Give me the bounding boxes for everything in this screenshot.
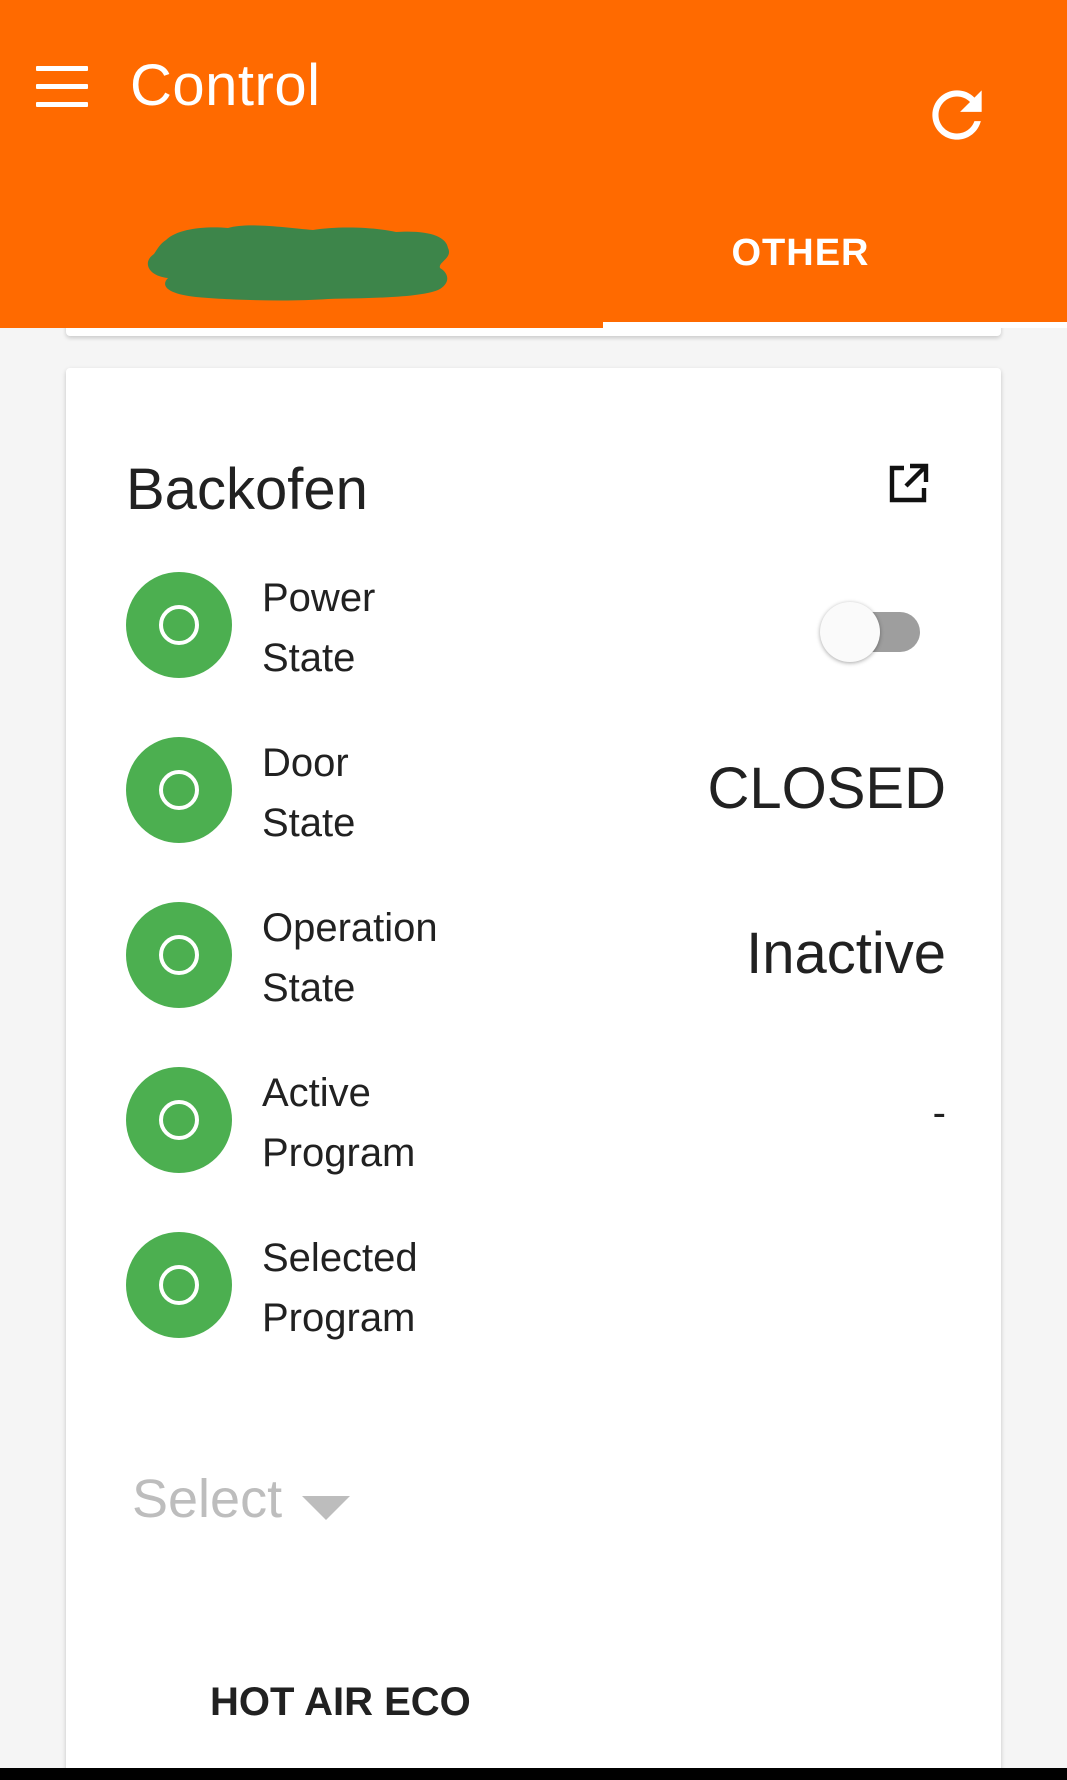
status-circle-icon	[126, 1067, 232, 1173]
tab-other-label: OTHER	[731, 232, 870, 274]
operation-state-value: Inactive	[746, 921, 946, 986]
row-label: Selected Program	[262, 1236, 418, 1340]
card-title: Backofen	[126, 457, 368, 522]
row-label: Door State	[262, 741, 356, 845]
tab-other[interactable]: OTHER	[534, 190, 1067, 328]
status-circle-icon	[126, 902, 232, 1008]
row-operation-state: Operation State Inactive	[126, 900, 946, 1010]
status-circle-icon	[126, 1232, 232, 1338]
device-card: Backofen Power State Door State CLOSED O…	[66, 368, 1001, 1780]
bottom-edge	[0, 1768, 1067, 1780]
door-state-value: CLOSED	[707, 756, 946, 821]
select-placeholder: Select	[132, 1469, 283, 1529]
row-door-state: Door State CLOSED	[126, 735, 946, 845]
tab-redacted[interactable]	[0, 190, 533, 328]
tab-indicator	[603, 322, 1067, 328]
power-toggle[interactable]	[816, 600, 926, 662]
external-link-icon[interactable]	[884, 460, 932, 508]
refresh-icon[interactable]	[920, 78, 994, 152]
row-power-state: Power State	[126, 570, 946, 680]
row-label: Operation State	[262, 906, 438, 1010]
app-screen: Control OTHER Backofen Power State Door …	[0, 0, 1067, 1780]
row-label: Active Program	[262, 1071, 416, 1175]
active-program-value: -	[932, 1091, 946, 1135]
program-option[interactable]: HOT AIR ECO	[210, 1680, 471, 1725]
row-active-program: Active Program -	[126, 1065, 946, 1175]
row-selected-program: Selected Program	[126, 1230, 946, 1340]
dropdown-arrow-icon	[302, 1496, 350, 1520]
app-header: Control OTHER	[0, 0, 1067, 328]
menu-icon[interactable]	[28, 60, 94, 114]
program-select[interactable]: Select	[132, 1462, 372, 1542]
page-title: Control	[130, 53, 321, 118]
status-circle-icon	[126, 737, 232, 843]
row-label: Power State	[262, 576, 376, 680]
status-circle-icon	[126, 572, 232, 678]
redaction-mark	[147, 225, 450, 301]
